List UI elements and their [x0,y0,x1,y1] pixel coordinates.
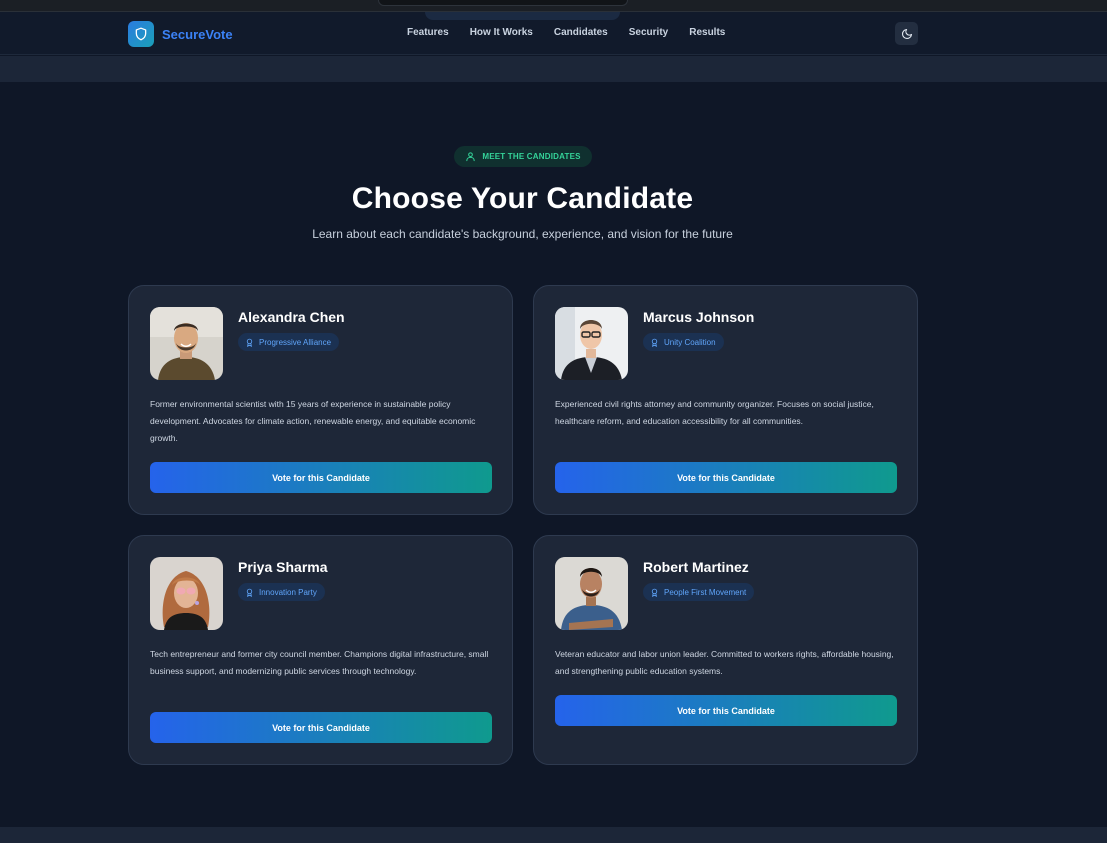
nav-link-security[interactable]: Security [629,27,668,38]
page-title: Choose Your Candidate [351,182,694,215]
theme-toggle-button[interactable] [895,22,918,45]
browser-tab-edge [378,0,628,6]
party-name: Innovation Party [259,587,317,597]
candidate-name: Marcus Johnson [643,309,755,325]
candidate-card: Marcus Johnson Unity Coalition Experienc… [533,285,918,515]
candidate-card: Robert Martinez People First Movement Ve… [533,535,918,765]
award-icon [246,338,253,347]
shield-icon [128,21,154,47]
candidate-photo [150,557,223,630]
moon-icon [901,28,912,39]
candidate-name: Alexandra Chen [238,309,345,325]
candidate-bio: Tech entrepreneur and former city counci… [150,649,489,676]
nav-decoration [425,12,620,20]
candidate-bio: Former environmental scientist with 15 y… [150,399,476,443]
party-badge: People First Movement [643,583,755,601]
candidate-bio: Veteran educator and labor union leader.… [555,649,894,676]
candidate-photo [150,307,223,380]
nav-link-how-it-works[interactable]: How It Works [470,27,533,38]
candidate-name: Priya Sharma [238,559,328,575]
party-badge: Innovation Party [238,583,325,601]
footer-band [0,827,1107,843]
section-badge-label: MEET THE CANDIDATES [482,152,581,161]
award-icon [651,338,658,347]
app-logo[interactable]: SecureVote [128,21,233,47]
candidate-card: Alexandra Chen Progressive Alliance Form… [128,285,513,515]
party-badge: Unity Coalition [643,333,724,351]
award-icon [651,588,658,597]
candidate-name: Robert Martinez [643,559,749,575]
main-nav: Features How It Works Candidates Securit… [407,27,725,38]
nav-link-results[interactable]: Results [689,27,725,38]
party-name: Progressive Alliance [259,337,332,347]
candidate-photo [555,557,628,630]
vote-button[interactable]: Vote for this Candidate [150,712,492,743]
vote-button[interactable]: Vote for this Candidate [555,462,897,493]
award-icon [246,588,253,597]
nav-link-candidates[interactable]: Candidates [554,27,608,38]
party-name: People First Movement [664,587,747,597]
candidate-photo [555,307,628,380]
user-icon [466,152,475,162]
candidate-bio: Experienced civil rights attorney and co… [555,399,874,426]
section-badge: MEET THE CANDIDATES [454,146,592,167]
nav-link-features[interactable]: Features [407,27,449,38]
header-sub-band [0,56,1107,82]
candidate-card: Priya Sharma Innovation Party Tech entre… [128,535,513,765]
party-badge: Progressive Alliance [238,333,340,351]
top-navbar: SecureVote Features How It Works Candida… [0,12,1107,55]
vote-button[interactable]: Vote for this Candidate [555,695,897,726]
party-name: Unity Coalition [664,337,716,347]
app-name: SecureVote [162,26,233,42]
browser-chrome-strip [0,0,1107,12]
page-subtitle: Learn about each candidate's background,… [312,227,733,241]
vote-button[interactable]: Vote for this Candidate [150,462,492,493]
